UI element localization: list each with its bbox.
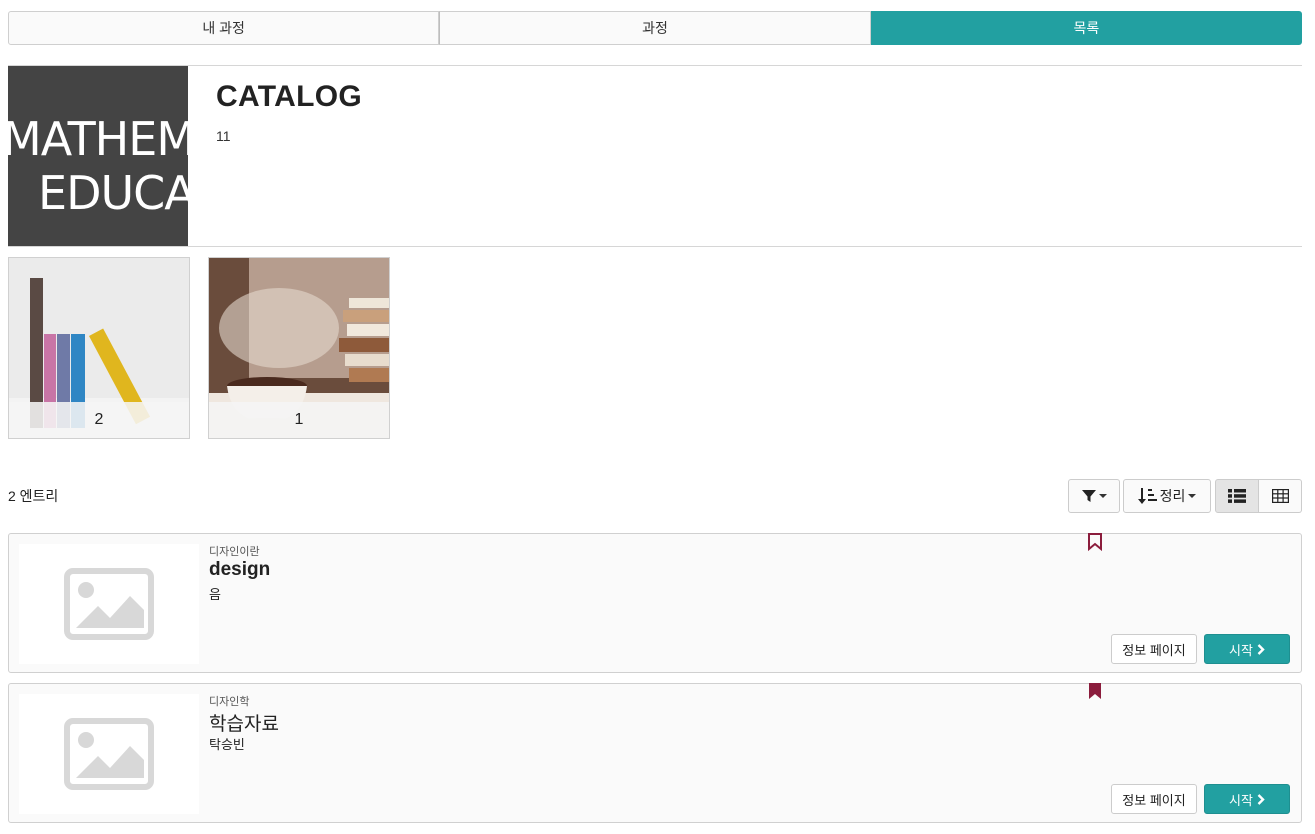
subcatalog-count: 1: [209, 402, 389, 438]
tab-my-courses[interactable]: 내 과정: [8, 11, 440, 45]
chevron-down-icon: [1188, 494, 1197, 498]
start-label: 시작: [1229, 642, 1253, 658]
sort-button[interactable]: 정리: [1123, 479, 1211, 513]
chevron-right-icon: [1257, 793, 1265, 805]
info-page-button[interactable]: 정보 페이지: [1111, 634, 1197, 664]
tab-catalog[interactable]: 목록: [870, 11, 1302, 45]
catalog-tabs: 내 과정 과정 목록: [8, 11, 1302, 45]
chevron-down-icon: [1098, 494, 1107, 498]
course-author: 음: [209, 587, 221, 602]
tab-courses[interactable]: 과정: [439, 11, 871, 45]
course-category: 디자인이란: [209, 546, 260, 558]
start-button[interactable]: 시작: [1204, 784, 1290, 814]
subcatalog-books[interactable]: 2: [8, 257, 190, 439]
entries-count: 2 엔트리: [8, 488, 59, 504]
filter-icon: [1081, 490, 1096, 502]
sort-label: 정리: [1159, 488, 1186, 504]
subcatalog-coffee[interactable]: 1: [208, 257, 390, 439]
course-title[interactable]: design: [209, 559, 270, 581]
image-placeholder-icon: [64, 568, 154, 640]
course-thumbnail: [19, 544, 199, 664]
catalog-image: MATHEM EDUCAT: [8, 66, 188, 246]
catalog-title: CATALOG: [216, 80, 362, 113]
course-card[interactable]: 디자인이란 design 음 정보 페이지 시작: [8, 533, 1302, 673]
sort-toolbar: 정리: [1123, 479, 1211, 513]
course-title[interactable]: 학습자료: [209, 709, 279, 736]
list-view-icon: [1228, 489, 1246, 503]
course-thumbnail: [19, 694, 199, 814]
start-button[interactable]: 시작: [1204, 634, 1290, 664]
chevron-right-icon: [1257, 643, 1265, 655]
filter-button[interactable]: [1068, 479, 1120, 513]
list-view-button[interactable]: [1215, 479, 1259, 513]
course-card[interactable]: 디자인학 학습자료 탁승빈 정보 페이지 시작: [8, 683, 1302, 823]
start-label: 시작: [1229, 792, 1253, 808]
grid-view-icon: [1271, 489, 1289, 503]
image-placeholder-icon: [64, 718, 154, 790]
bookmark-outline-icon[interactable]: [1087, 532, 1103, 552]
view-toolbar: [1215, 479, 1302, 513]
course-category: 디자인학: [209, 696, 250, 708]
catalog-image-text-line2: EDUCAT: [38, 166, 188, 220]
catalog-header: MATHEM EDUCAT CATALOG 11: [8, 65, 1302, 247]
sort-amount-icon: [1137, 488, 1157, 504]
bookmark-filled-icon[interactable]: [1087, 682, 1103, 702]
catalog-image-text-line1: MATHEM: [8, 112, 188, 166]
grid-view-button[interactable]: [1259, 479, 1302, 513]
course-author: 탁승빈: [209, 737, 245, 752]
info-page-button[interactable]: 정보 페이지: [1111, 784, 1197, 814]
catalog-count: 11: [216, 128, 231, 144]
subcatalog-count: 2: [9, 402, 189, 438]
filter-toolbar: [1068, 479, 1120, 513]
